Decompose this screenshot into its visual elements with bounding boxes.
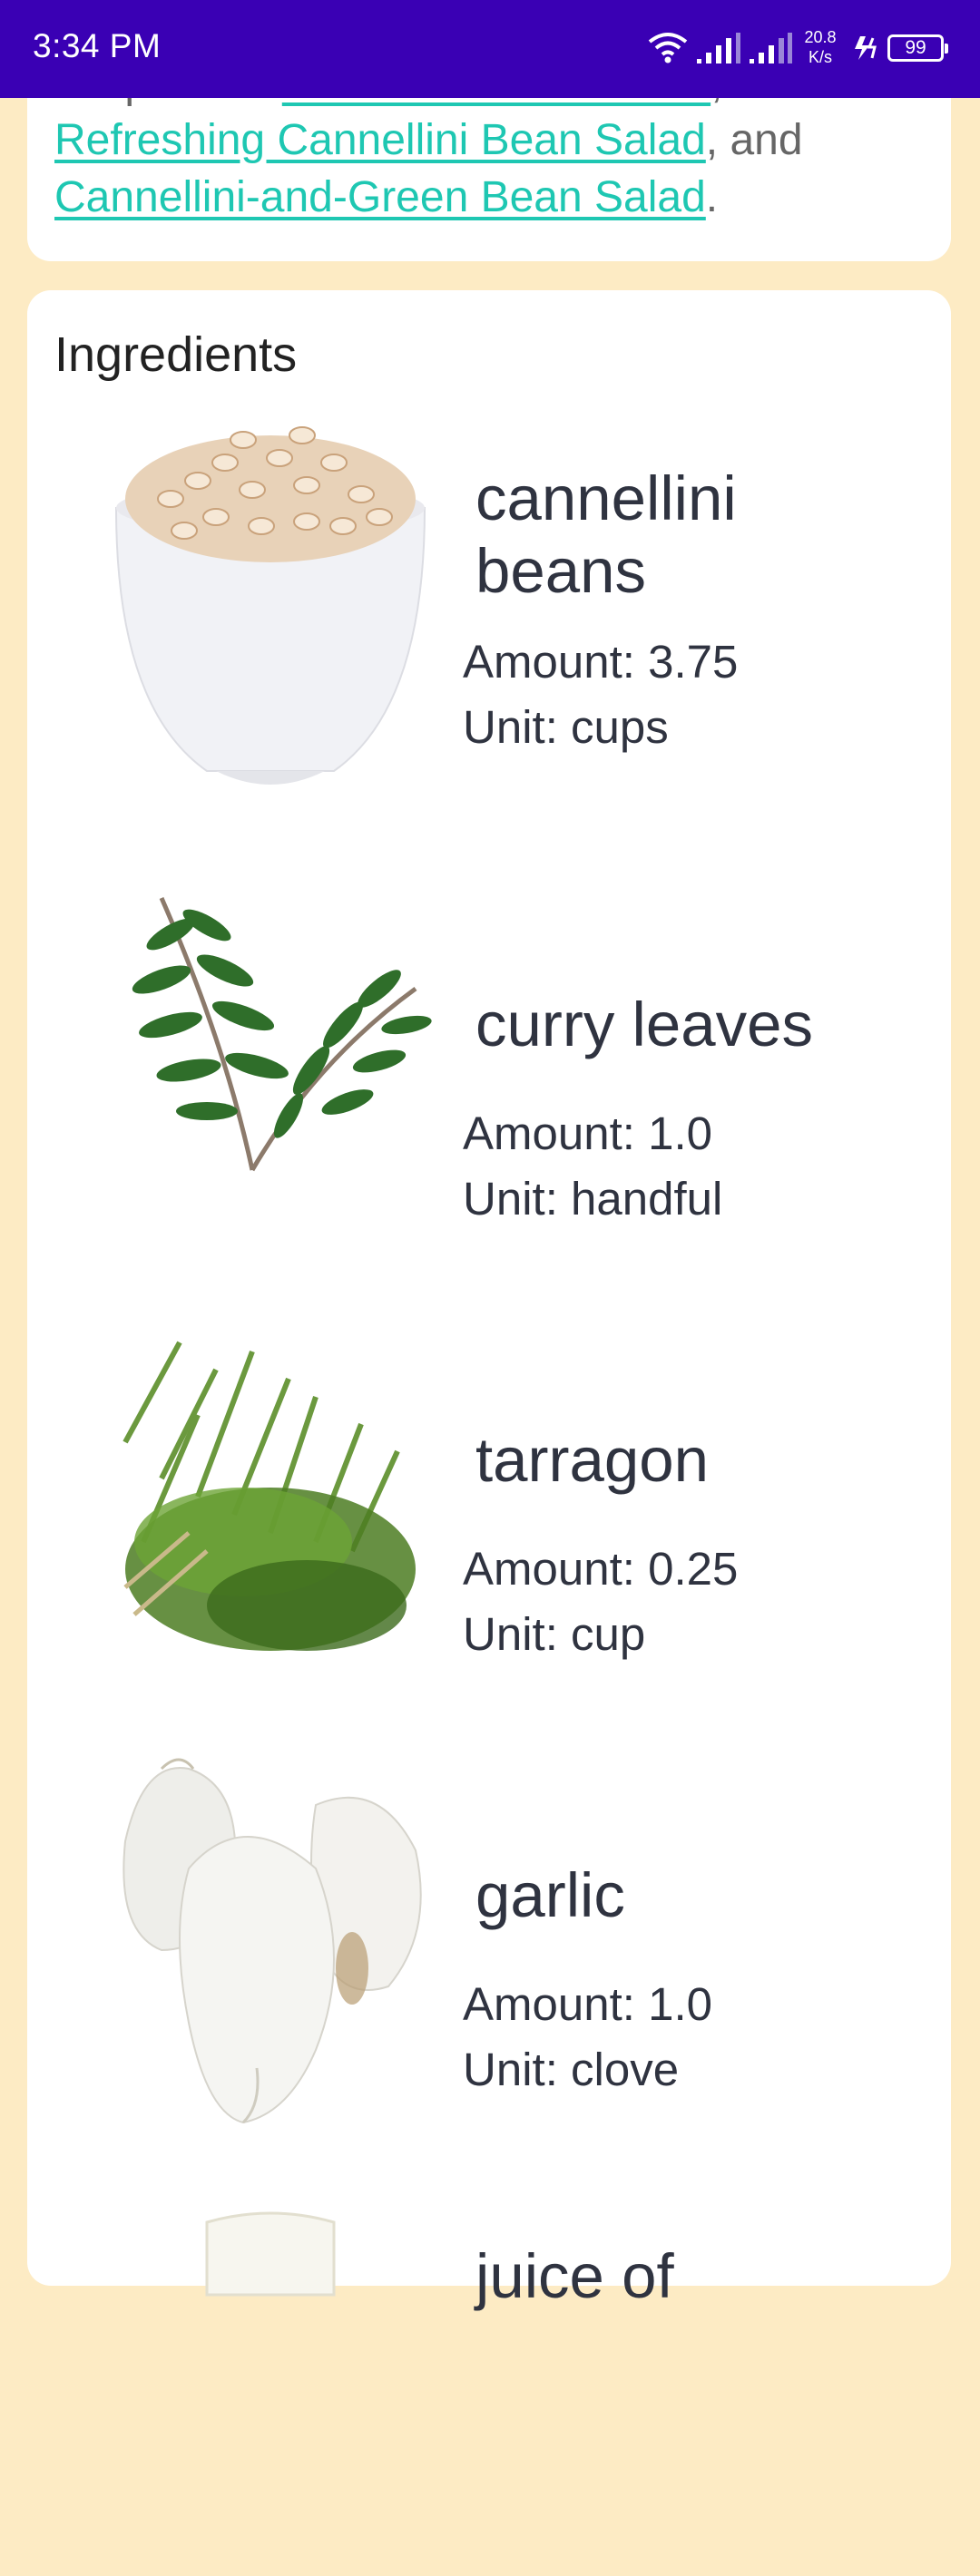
ingredient-amount: Amount: 1.0 xyxy=(463,1978,712,2030)
ingredient-unit: Unit: clove xyxy=(463,2044,680,2095)
ingredient-name: tarragon xyxy=(475,1425,709,1495)
ingredient-item[interactable]: cannellini beans Amount: 3.75 Unit: cups xyxy=(82,408,898,798)
wifi-icon xyxy=(648,33,688,63)
glass-jar-image xyxy=(205,2211,336,2297)
speed-value: 20.8 xyxy=(804,28,837,46)
ingredient-amount: Amount: 1.0 xyxy=(463,1107,712,1159)
ingredient-item[interactable]: tarragon Amount: 0.25 Unit: cup xyxy=(82,1315,898,1705)
ingredient-item[interactable]: garlic Amount: 1.0 Unit: clove xyxy=(82,1751,898,2141)
ingredient-name: juice of xyxy=(475,2241,674,2311)
ingredient-name: cannellini beans xyxy=(475,463,737,606)
ingredient-unit: Unit: cups xyxy=(463,701,669,753)
status-bar: 3:34 PM 20.8 K/s 99 xyxy=(0,0,980,98)
ingredients-title: Ingredients xyxy=(54,327,298,382)
ingredient-name: garlic xyxy=(475,1860,625,1930)
network-speed: 20.8 K/s xyxy=(793,27,848,67)
ingredient-item[interactable]: curry leaves Amount: 1.0 Unit: handful xyxy=(82,880,898,1270)
ingredient-unit: Unit: handful xyxy=(463,1173,723,1225)
ingredient-amount: Amount: 0.25 xyxy=(463,1543,739,1595)
bowl-of-beans-image xyxy=(114,426,426,785)
battery-icon: 99 xyxy=(887,34,948,62)
ingredient-name: curry leaves xyxy=(475,990,813,1059)
summary-separator: , and xyxy=(705,116,803,164)
recipe-link-cannellini-and-green-bean-salad[interactable]: Cannellini-and-Green Bean Salad xyxy=(54,173,706,221)
garlic-image xyxy=(122,1758,422,2124)
signal-icon xyxy=(697,33,740,63)
tarragon-image xyxy=(122,1341,416,1651)
recipe-link-refreshing-cannellini-bean-salad[interactable]: Refreshing Cannellini Bean Salad xyxy=(54,116,706,164)
charging-icon xyxy=(855,36,877,60)
ingredient-unit: Unit: cup xyxy=(463,1608,646,1660)
ingredients-card: Ingredients cannellini beans Amount: 3.7… xyxy=(27,290,951,2311)
status-time: 3:34 PM xyxy=(33,27,162,64)
ingredient-item[interactable]: juice of xyxy=(82,2186,898,2576)
curry-leaves-image xyxy=(132,896,432,1172)
ingredient-amount: Amount: 3.75 xyxy=(463,636,739,688)
speed-unit: K/s xyxy=(808,48,832,66)
battery-level: 99 xyxy=(905,37,926,58)
summary-end: . xyxy=(705,173,719,221)
signal-icon xyxy=(750,33,792,63)
